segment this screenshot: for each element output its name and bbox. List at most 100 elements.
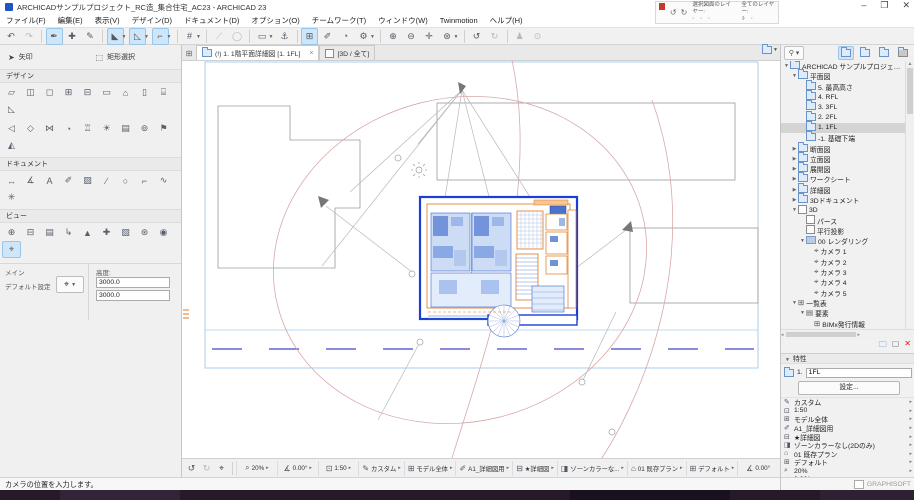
tree-item[interactable]: ▶ 3Dドキュメント [781,193,907,205]
flyout-arrow-icon[interactable]: ▸ [507,465,510,471]
snap-points-icon[interactable]: ⌐ ▼ [151,27,172,45]
expand-arrow-icon[interactable]: ▶ [791,146,798,152]
opening-icon[interactable]: ◭ [2,137,21,154]
gravity-icon[interactable]: ⟋ [211,28,228,45]
pen-set-option[interactable]: ✎ カスタム ▸ [358,460,403,476]
layout-book-icon[interactable] [876,46,892,60]
marquee-mode-icon[interactable]: ⊞ [301,27,318,45]
selected-layer-icons[interactable]: ◦ ◦ ◦ [692,16,735,23]
orbit-icon[interactable]: ⊙ [529,28,546,45]
tree-item[interactable]: ⊞ BIMx発行情報 [781,318,907,329]
undo-icon[interactable]: ↶ [3,28,20,45]
worksheet-icon[interactable]: ↳ [59,224,78,241]
roof-icon[interactable]: ⌂ [116,84,135,101]
expand-arrow-icon[interactable]: ▼ [799,310,806,316]
dimension-icon[interactable]: ↔ [2,172,21,189]
scale-option[interactable]: ⊡ 1:50 ▸ [317,460,359,476]
maximize-button[interactable]: ❒ [880,0,888,11]
menu-item[interactable]: ヘルプ(H) [484,14,529,27]
wall-icon[interactable]: ▱ [2,84,21,101]
snap-guides-icon[interactable]: ◺ ▼ [129,27,149,45]
railing-icon[interactable]: ♖ [78,120,97,137]
view-section-header[interactable]: ビュー [0,209,181,223]
expand-arrow-icon[interactable]: ▶ [791,187,798,193]
delete-icon[interactable]: ✕ [904,339,911,353]
angle-dimension-icon[interactable]: ∡ [21,172,40,189]
all-layer-icons[interactable]: ⌽ ◦ [741,16,775,23]
axonometry-icon[interactable]: ◉ [154,224,173,241]
flyout-arrow-icon[interactable]: ▸ [909,442,912,448]
arrow-tool[interactable]: ➤ 矢印 [4,50,90,64]
previous-view-icon[interactable]: ↺ [468,28,485,45]
3d-document-icon[interactable]: ▧ [116,224,135,241]
zoom-property[interactable]: ⌕ 20% ▸ [781,467,914,476]
flyout-arrow-icon[interactable]: ▸ [909,425,912,431]
mesh-icon[interactable]: ◇ [21,120,40,137]
record-icon[interactable] [659,3,665,10]
change-icon[interactable]: ✚ [97,224,116,241]
expand-arrow-icon[interactable]: ▶ [791,156,798,162]
tab-floor-plan[interactable]: (!) 1. 1階平面詳細図 [1. 1FL] × [196,45,320,60]
stair-icon[interactable]: ⌸ [154,84,173,101]
flyout-arrow-icon[interactable]: ▸ [909,451,912,457]
tab-close-icon[interactable]: × [309,50,313,57]
arc-icon[interactable]: ◔ [337,28,354,45]
flyout-arrow-icon[interactable]: ▸ [266,465,269,471]
flyout-arrow-icon[interactable]: ▸ [909,399,912,405]
expand-arrow-icon[interactable]: ▼ [791,207,798,213]
menu-item[interactable]: デザイン(D) [126,14,178,27]
hotspot-icon[interactable]: ✳ [2,189,21,206]
anchor-icon[interactable]: ⚓ [276,28,293,45]
settings-button[interactable]: 設定... [798,381,900,395]
flyout-arrow-icon[interactable]: ▸ [909,434,912,440]
tree-item[interactable]: ⌖ カメラ 4 [781,277,907,288]
rotate-left-icon[interactable]: ↺ [670,8,677,17]
expand-arrow-icon[interactable]: ▶ [791,176,798,182]
menu-item[interactable]: ファイル(F) [0,14,52,27]
pen-set-property[interactable]: ✎ カスタム ▸ [781,398,914,407]
layer-combination-option[interactable]: ⊟ ★詳細図 ▸ [512,460,557,476]
polyline-icon[interactable]: ⌐ [135,172,154,189]
tree-item[interactable]: ▼ 3D [781,204,907,215]
minimize-button[interactable]: – [861,0,866,11]
camera-z-field[interactable] [96,277,170,288]
curtain-wall-icon[interactable]: ▤ [116,120,135,137]
flyout-arrow-icon[interactable]: ▸ [309,465,312,471]
tree-item[interactable]: パース [781,215,907,226]
skylight-icon[interactable]: ⊚ [135,120,154,137]
renovation-filter-option[interactable]: ⌂ 01 既存プラン ▸ [626,460,686,476]
tab-overview-icon[interactable]: ⊞ [182,46,196,60]
camera-path-icon[interactable]: ⊛ [135,224,154,241]
tree-item[interactable]: ⌖ カメラ 1 [781,246,907,257]
menu-item[interactable]: 表示(V) [89,14,126,27]
zoom-out-icon[interactable]: ⊖ [403,28,420,45]
expand-arrow-icon[interactable]: ▼ [799,238,806,244]
object-icon[interactable]: ▯ [135,84,154,101]
flag-icon[interactable]: ⚑ [154,120,173,137]
interior-elevation-icon[interactable]: ▤ [40,224,59,241]
text-icon[interactable]: A [40,172,59,189]
zoom-in-icon[interactable]: ⊕ [385,28,402,45]
flyout-arrow-icon[interactable]: ▸ [551,465,554,471]
fill-icon[interactable]: ▨ [78,172,97,189]
camera-default-settings-button[interactable]: ⌖ ▼ [56,276,84,293]
menu-item[interactable]: Twinmotion [434,14,484,27]
project-map-icon[interactable] [838,46,854,60]
tab-3d[interactable]: [3D / 全て] [319,45,376,60]
new-folder-icon[interactable]: 🗀 [879,339,887,353]
ramp-icon[interactable]: ◺ [2,101,21,118]
close-button[interactable]: ✕ [902,0,910,11]
tree-horizontal-scrollbar[interactable]: ◂ ▸ [781,329,914,339]
expand-arrow-icon[interactable]: ▶ [791,197,798,203]
project-chooser-button[interactable]: ⚲ ▾ [784,46,804,60]
column-icon[interactable]: ⊞ [59,84,78,101]
flyout-arrow-icon[interactable]: ▸ [909,459,912,465]
next-view-icon[interactable]: ↻ [486,28,503,45]
line-icon[interactable]: ∕ [97,172,116,189]
circle-icon[interactable]: ○ [116,172,135,189]
guide-lines-icon[interactable]: ◣ ▼ [106,27,127,45]
shell-icon[interactable]: ◔ [59,120,78,137]
tree-item[interactable]: ⌖ カメラ 5 [781,288,907,298]
tree-item[interactable]: ▼ 平面図 [781,69,907,81]
fit-in-window-icon[interactable]: ⌖ [215,460,229,477]
